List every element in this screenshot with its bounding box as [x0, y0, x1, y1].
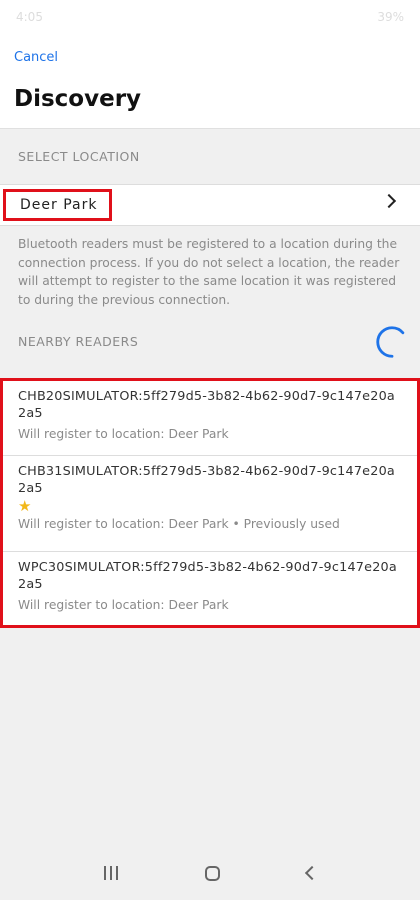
system-nav-bar	[0, 846, 420, 900]
back-icon[interactable]	[304, 865, 319, 881]
nearby-readers-label: NEARBY READERS	[18, 333, 139, 349]
location-selector[interactable]: Deer Park	[0, 184, 420, 226]
reader-location: Will register to location: Deer Park	[18, 427, 229, 441]
cancel-button[interactable]: Cancel	[14, 50, 58, 65]
chevron-right-icon	[381, 193, 397, 209]
battery-level: 39%	[377, 10, 404, 24]
star-icon: ★	[18, 497, 32, 515]
reader-id: CHB31SIMULATOR:5ff279d5-3b82-4b62-90d7-9…	[18, 464, 395, 496]
reader-id: CHB20SIMULATOR:5ff279d5-3b82-4b62-90d7-9…	[18, 389, 395, 421]
reader-location: Will register to location: Deer Park • P…	[18, 517, 340, 531]
reader-item[interactable]: CHB20SIMULATOR:5ff279d5-3b82-4b62-90d7-9…	[3, 381, 417, 456]
status-bar: 4:05 39%	[0, 0, 420, 34]
loading-spinner	[376, 326, 408, 358]
reader-item[interactable]: WPC30SIMULATOR:5ff279d5-3b82-4b62-90d7-9…	[3, 552, 417, 624]
header: Cancel Discovery	[0, 34, 420, 128]
selected-location: Deer Park	[3, 189, 112, 221]
recents-icon[interactable]	[103, 866, 118, 880]
reader-location: Will register to location: Deer Park	[18, 598, 229, 612]
select-location-label: SELECT LOCATION	[0, 128, 420, 184]
readers-list: CHB20SIMULATOR:5ff279d5-3b82-4b62-90d7-9…	[0, 378, 420, 628]
status-time: 4:05	[16, 10, 43, 24]
info-text: Bluetooth readers must be registered to …	[18, 237, 400, 307]
home-icon[interactable]	[204, 865, 220, 881]
nearby-readers-header: NEARBY READERS	[0, 320, 420, 362]
reader-item[interactable]: CHB31SIMULATOR:5ff279d5-3b82-4b62-90d7-9…	[3, 456, 417, 552]
reader-id: WPC30SIMULATOR:5ff279d5-3b82-4b62-90d7-9…	[18, 560, 397, 592]
page-title: Discovery	[14, 86, 142, 112]
